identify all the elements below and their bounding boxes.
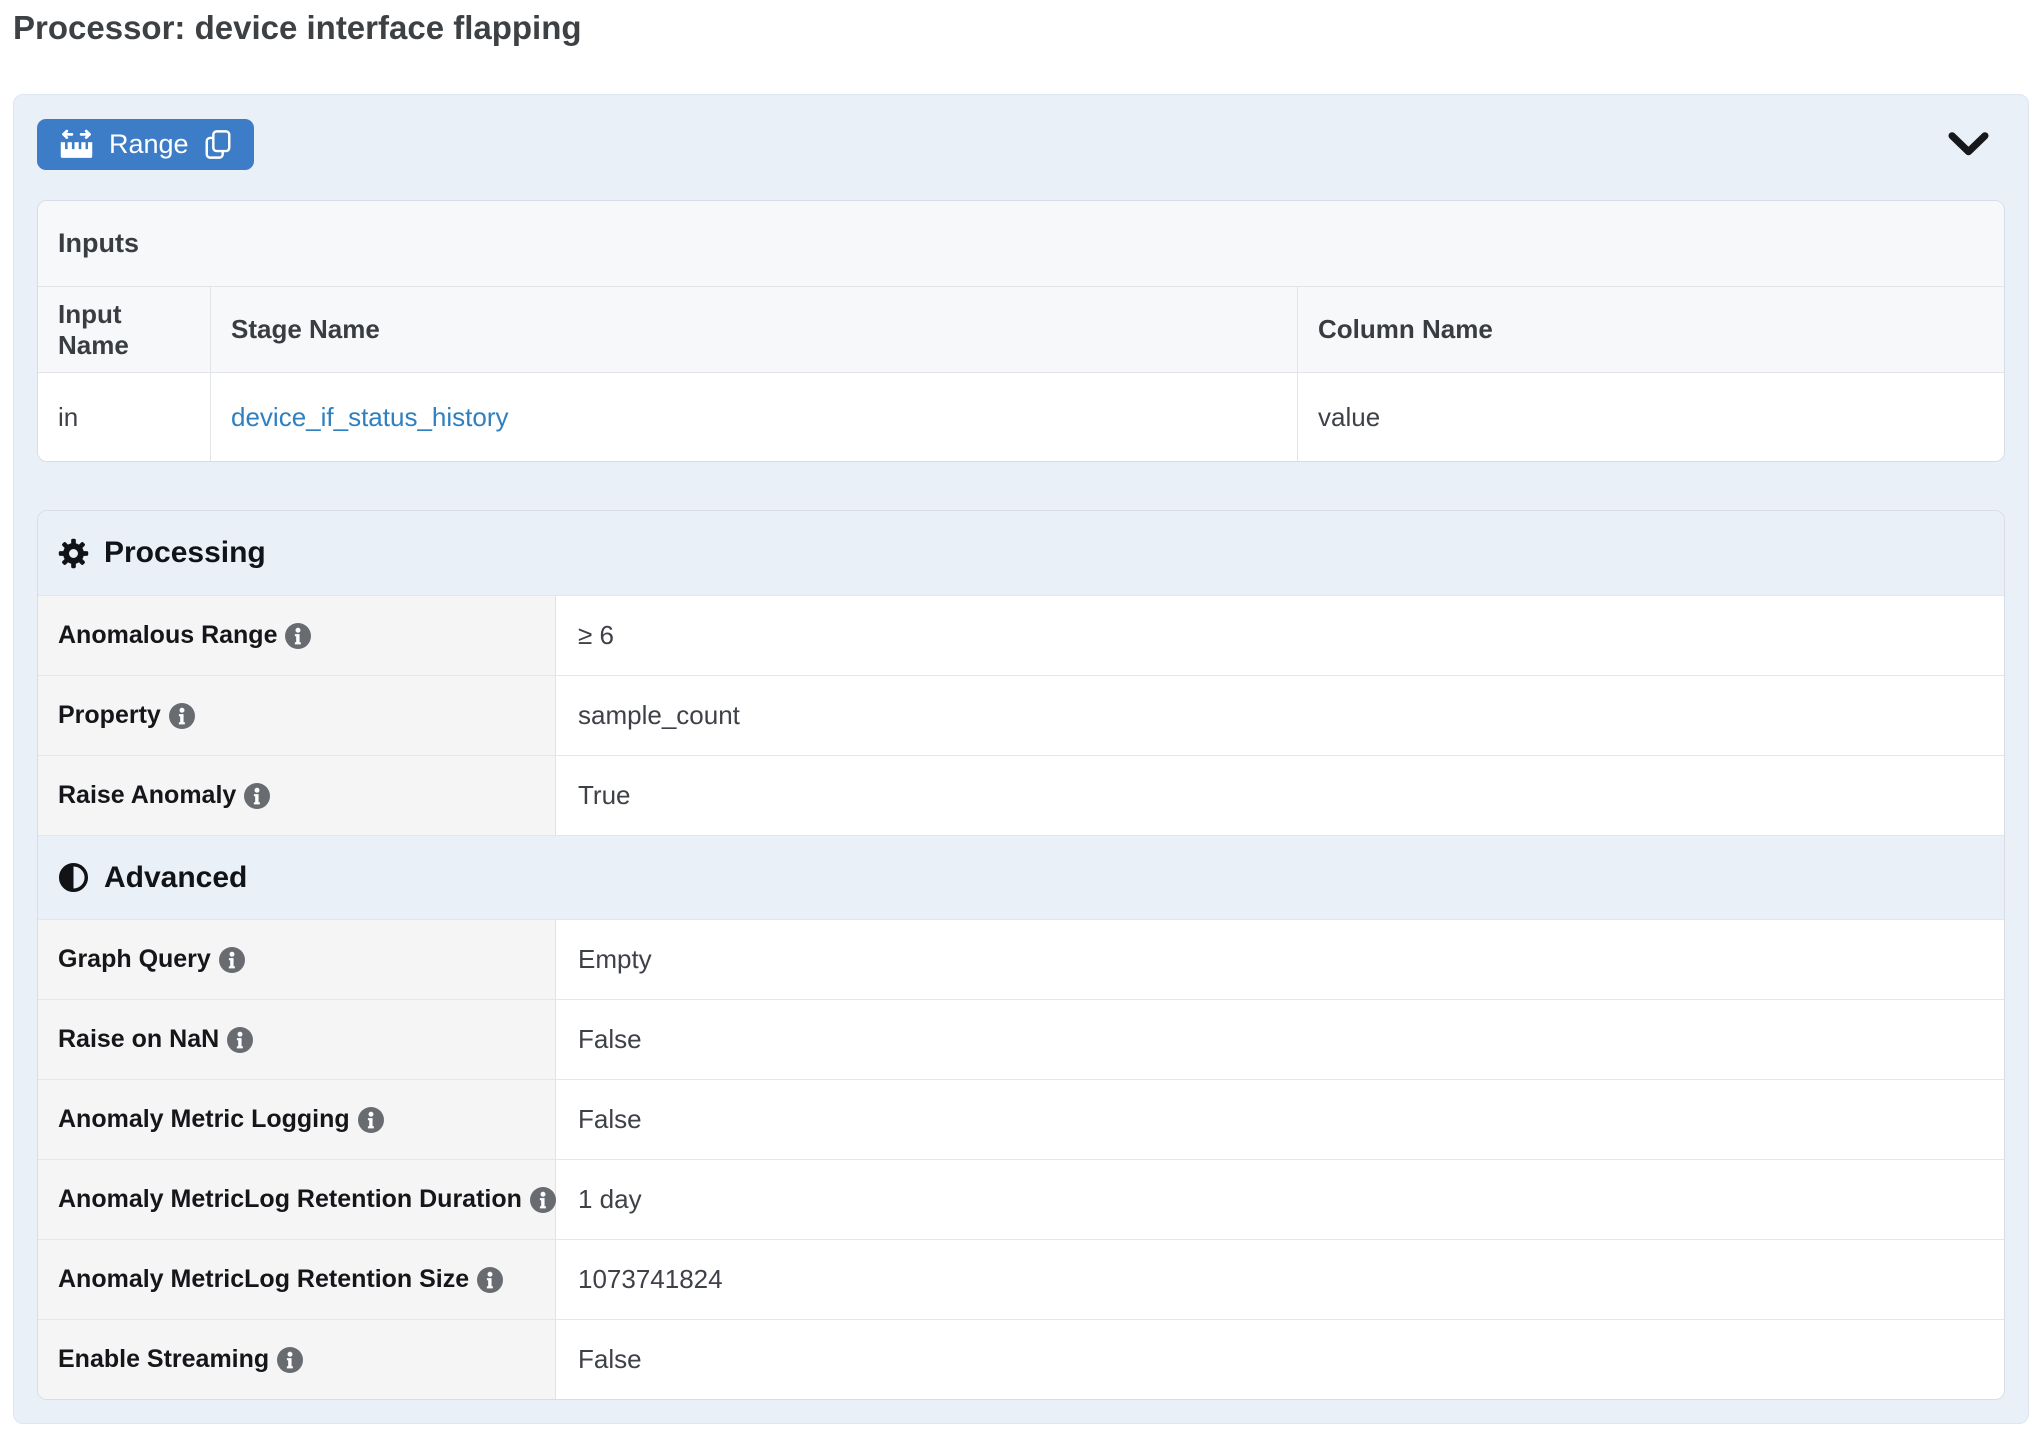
setting-value: ≥ 6 — [556, 596, 2004, 675]
setting-label: Property — [58, 701, 161, 730]
page-title: Processor: device interface flapping — [13, 6, 2029, 50]
setting-label: Raise on NaN — [58, 1025, 219, 1054]
setting-label-cell: Anomaly MetricLog Retention Duration — [38, 1160, 556, 1239]
gear-icon — [58, 538, 89, 569]
setting-row: Property sample_count — [38, 675, 2004, 755]
setting-label: Anomaly Metric Logging — [58, 1105, 350, 1134]
section-title: Processing — [104, 536, 266, 570]
chevron-down-icon — [1948, 145, 1989, 160]
column-header-stage-name: Stage Name — [210, 287, 1297, 372]
setting-label-cell: Property — [38, 676, 556, 755]
setting-label: Anomaly MetricLog Retention Duration — [58, 1185, 522, 1214]
info-icon[interactable] — [285, 623, 311, 649]
setting-row: Anomaly MetricLog Retention Size 1073741… — [38, 1239, 2004, 1319]
setting-value: sample_count — [556, 676, 2004, 755]
table-row: in device_if_status_history value — [38, 373, 2004, 461]
copy-icon[interactable] — [203, 128, 233, 161]
setting-label-cell: Enable Streaming — [38, 1320, 556, 1399]
setting-value: 1073741824 — [556, 1240, 2004, 1319]
column-header-input-name: Input Name — [38, 287, 210, 372]
inputs-table-body: in device_if_status_history value — [38, 373, 2004, 461]
setting-row: Graph Query Empty — [38, 919, 2004, 999]
setting-label-cell: Raise on NaN — [38, 1000, 556, 1079]
processor-panel: Range Inputs Input Name — [13, 94, 2029, 1424]
setting-label-cell: Raise Anomaly — [38, 756, 556, 835]
info-icon[interactable] — [358, 1107, 384, 1133]
setting-label: Raise Anomaly — [58, 781, 236, 810]
page: Processor: device interface flapping — [0, 0, 2042, 1438]
inputs-table-title: Inputs — [38, 201, 2004, 287]
setting-label-cell: Anomalous Range — [38, 596, 556, 675]
setting-label-cell: Anomaly MetricLog Retention Size — [38, 1240, 556, 1319]
info-icon[interactable] — [227, 1027, 253, 1053]
info-icon[interactable] — [244, 783, 270, 809]
section-header-processing: Processing — [38, 511, 2004, 595]
setting-value: False — [556, 1320, 2004, 1399]
inputs-table-header-row: Input Name Stage Name Column Name — [38, 287, 2004, 373]
range-icon — [58, 128, 95, 161]
setting-label-cell: Anomaly Metric Logging — [38, 1080, 556, 1159]
setting-value: False — [556, 1080, 2004, 1159]
stage-name-link[interactable]: device_if_status_history — [231, 402, 508, 433]
half-circle-icon — [58, 862, 89, 893]
section-title: Advanced — [104, 861, 247, 895]
setting-row: Anomaly MetricLog Retention Duration 1 d… — [38, 1159, 2004, 1239]
input-name-cell: in — [38, 373, 210, 461]
setting-value: 1 day — [556, 1160, 2004, 1239]
setting-value: True — [556, 756, 2004, 835]
setting-label-cell: Graph Query — [38, 920, 556, 999]
stage-type-label: Range — [109, 129, 189, 160]
setting-row: Enable Streaming False — [38, 1319, 2004, 1399]
setting-label: Enable Streaming — [58, 1345, 269, 1374]
info-icon[interactable] — [530, 1187, 556, 1213]
info-icon[interactable] — [477, 1267, 503, 1293]
stage-type-button[interactable]: Range — [37, 119, 254, 170]
setting-row: Raise on NaN False — [38, 999, 2004, 1079]
column-name-cell: value — [1297, 373, 2004, 461]
setting-row: Anomaly Metric Logging False — [38, 1079, 2004, 1159]
info-icon[interactable] — [277, 1347, 303, 1373]
inputs-table: Inputs Input Name Stage Name Column Name… — [37, 200, 2005, 462]
info-icon[interactable] — [219, 947, 245, 973]
section-header-advanced: Advanced — [38, 835, 2004, 919]
settings-card: Processing Anomalous Range ≥ 6 Property — [37, 510, 2005, 1400]
setting-label: Graph Query — [58, 945, 211, 974]
setting-value: False — [556, 1000, 2004, 1079]
setting-row: Anomalous Range ≥ 6 — [38, 595, 2004, 675]
info-icon[interactable] — [169, 703, 195, 729]
column-header-column-name: Column Name — [1297, 287, 2004, 372]
setting-label: Anomalous Range — [58, 621, 277, 650]
setting-label: Anomaly MetricLog Retention Size — [58, 1265, 469, 1294]
setting-row: Raise Anomaly True — [38, 755, 2004, 835]
panel-header: Range — [37, 118, 2005, 170]
setting-value: Empty — [556, 920, 2004, 999]
collapse-panel-button[interactable] — [1948, 132, 1989, 157]
